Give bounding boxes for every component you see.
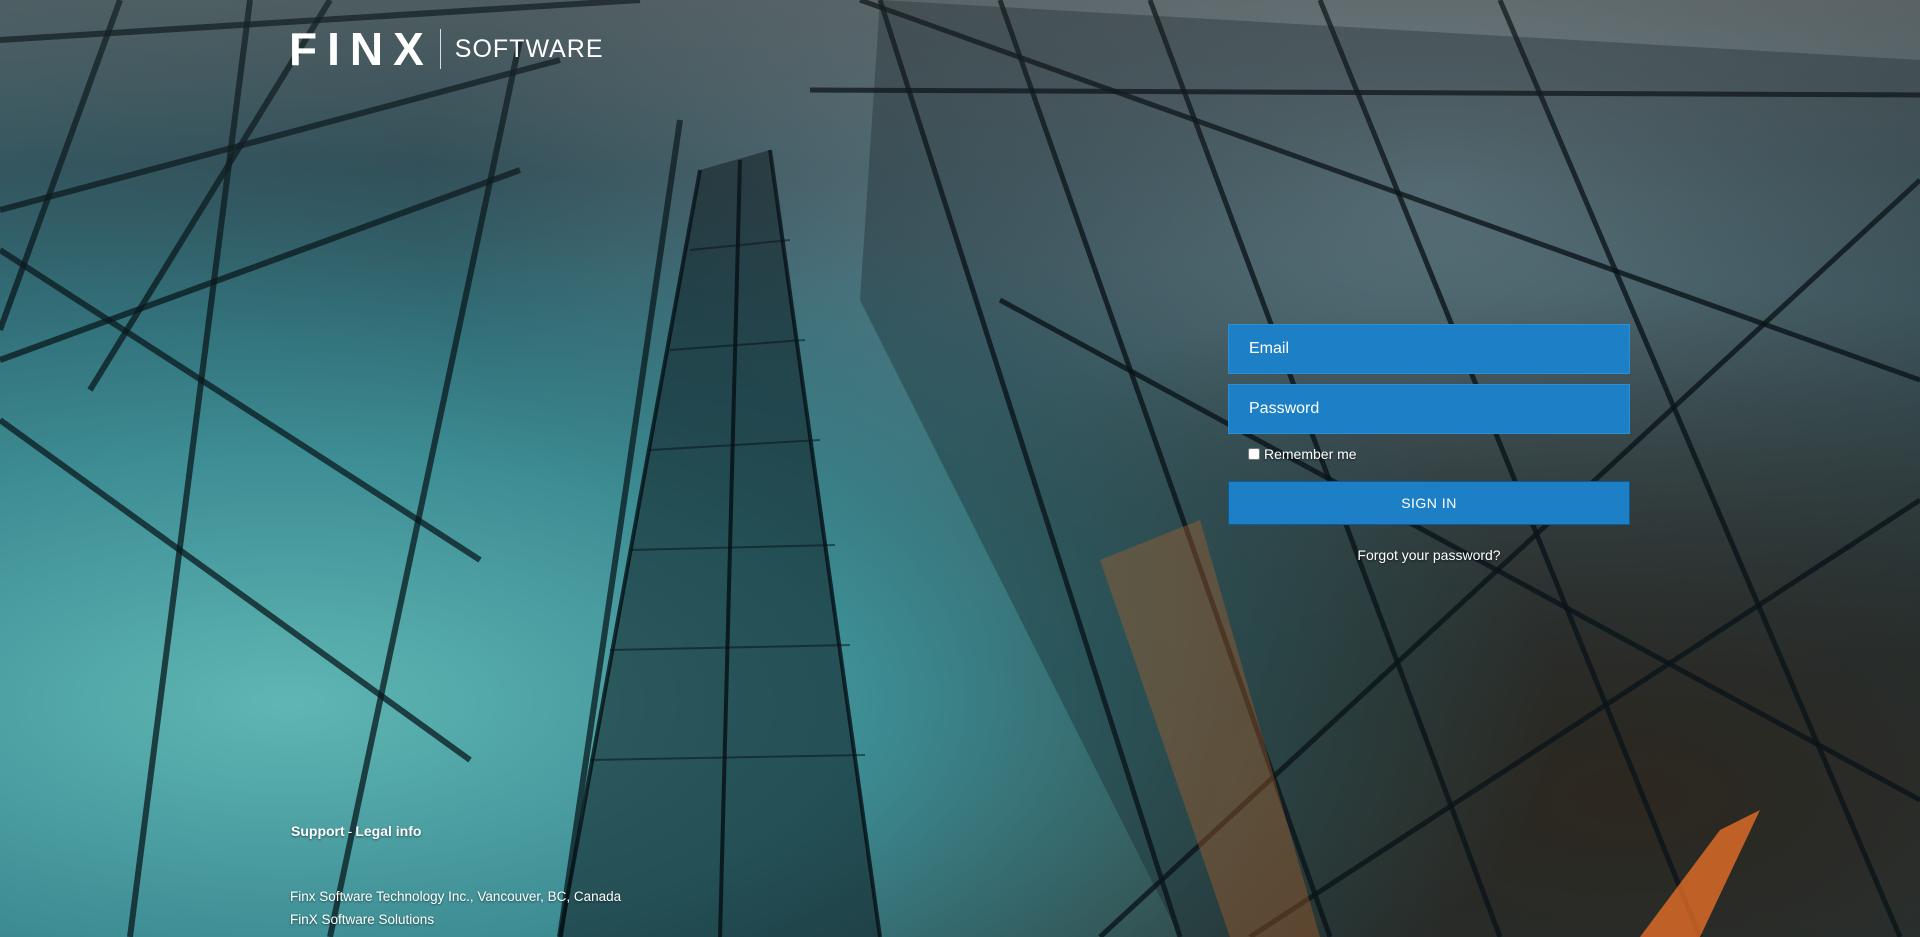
email-field[interactable] bbox=[1228, 324, 1630, 374]
logo-wordmark: FINX bbox=[289, 23, 434, 75]
support-link[interactable]: Support bbox=[291, 823, 345, 839]
login-form: Remember me SIGN IN Forgot your password… bbox=[1228, 324, 1630, 563]
logo-subtitle: SOFTWARE bbox=[454, 34, 604, 63]
footer-info: Finx Software Technology Inc., Vancouver… bbox=[290, 885, 621, 931]
finx-logo[interactable]: FINX SOFTWARE bbox=[289, 26, 604, 72]
remember-me-checkbox[interactable] bbox=[1248, 448, 1260, 460]
sign-in-button[interactable]: SIGN IN bbox=[1228, 481, 1630, 525]
remember-me-label: Remember me bbox=[1264, 446, 1357, 462]
footer-links: Support - Legal info bbox=[291, 823, 421, 839]
legal-info-link[interactable]: Legal info bbox=[355, 823, 421, 839]
solutions-name: FinX Software Solutions bbox=[290, 912, 435, 927]
password-field[interactable] bbox=[1228, 384, 1630, 434]
remember-me[interactable]: Remember me bbox=[1228, 446, 1630, 462]
logo-divider bbox=[439, 29, 441, 69]
dark-overlay bbox=[0, 0, 1920, 937]
company-address: Finx Software Technology Inc., Vancouver… bbox=[290, 889, 622, 904]
footer-separator: - bbox=[347, 823, 353, 839]
forgot-password-link[interactable]: Forgot your password? bbox=[1228, 547, 1630, 563]
